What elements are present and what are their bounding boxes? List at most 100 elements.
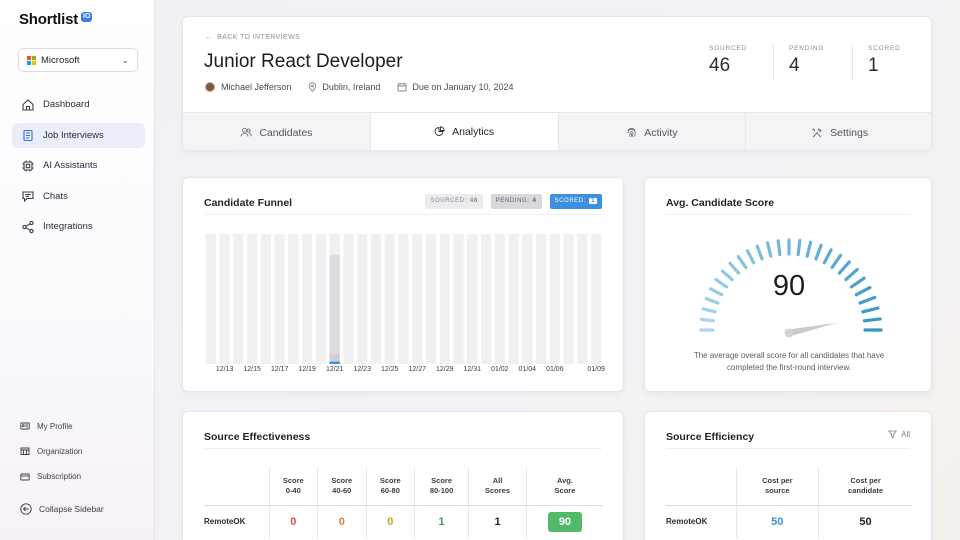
- collapse-sidebar-button[interactable]: Collapse Sidebar: [20, 503, 104, 515]
- tab-settings[interactable]: Settings: [745, 113, 931, 150]
- count-score-40-60: 0: [317, 504, 367, 538]
- bar-track: [563, 234, 574, 364]
- bar-track: [260, 234, 272, 364]
- logo-badge: IO: [81, 12, 93, 22]
- source-effectiveness-table: Score 0-40 Score 40-60 Score 60-80 Score 80-…: [204, 468, 603, 538]
- table-row[interactable]: RemoteOK 0 0 0 1 1 90: [204, 504, 603, 538]
- back-to-interviews-link[interactable]: ← BACK TO INTERVIEWS: [205, 34, 300, 41]
- bar-track: [343, 234, 354, 364]
- bar-track: [219, 234, 230, 364]
- chip-scored[interactable]: SCORED: 1: [549, 194, 602, 209]
- bar-scored[interactable]: [329, 361, 340, 364]
- column-header: [666, 468, 736, 505]
- sidebar-item-integrations[interactable]: Integrations: [12, 214, 145, 239]
- bar-track: [274, 234, 285, 364]
- header-line: Score: [282, 475, 304, 485]
- filter-button[interactable]: All: [888, 430, 910, 439]
- header-line: source: [765, 486, 790, 496]
- divider: [666, 448, 910, 449]
- avg-score-badge: 90: [547, 511, 582, 532]
- stat-value: 1: [868, 55, 879, 76]
- table-row[interactable]: RemoteOK 50 50: [666, 504, 912, 538]
- sidebar-item-my-profile[interactable]: My Profile: [20, 418, 145, 434]
- gauge-tick: [830, 253, 843, 270]
- location-text: Dublin, Ireland: [322, 82, 381, 92]
- count-score-60-80: 0: [365, 504, 415, 538]
- sidebar-item-ai-assistants[interactable]: AI Assistants: [12, 153, 145, 178]
- collapse-sidebar-label: Collapse Sidebar: [39, 504, 104, 514]
- card-title: Source Efficiency: [666, 431, 755, 443]
- header-line: Score: [554, 486, 576, 496]
- gauge-tick: [701, 307, 717, 314]
- x-tick-label: 12/19: [298, 366, 316, 373]
- gauge-tick: [862, 317, 882, 323]
- due-text: Due on January 10, 2024: [412, 82, 514, 92]
- bar-track: [467, 234, 478, 364]
- sidebar-nav: Dashboard Job Interviews AI Assistants C…: [12, 92, 145, 245]
- sidebar-item-label: Dashboard: [43, 99, 90, 110]
- bar-track: [577, 234, 588, 364]
- arrow-left-icon: ←: [205, 34, 218, 41]
- tab-candidates[interactable]: Candidates: [183, 113, 370, 150]
- org-selector[interactable]: Microsoft ⌄: [18, 48, 138, 72]
- header-line: 60-80: [380, 486, 400, 496]
- source-name: RemoteOK: [204, 504, 269, 538]
- column-header: Score 40-60: [317, 468, 367, 505]
- bar-track: [398, 234, 409, 364]
- stat-sourced: SOURCED 46: [694, 45, 773, 81]
- stat-label: SOURCED: [709, 45, 748, 52]
- sidebar-item-organization[interactable]: Organization: [20, 443, 145, 459]
- funnel-chart: [205, 234, 602, 364]
- chip-icon: [21, 159, 35, 173]
- sidebar-item-chats[interactable]: Chats: [12, 184, 145, 209]
- app-logo[interactable]: Shortlist: [19, 11, 78, 28]
- x-tick-label: 12/13: [215, 366, 234, 373]
- sidebar: Shortlist IO Microsoft ⌄ Dashboard Job I…: [0, 0, 155, 540]
- cost-per-candidate: 50: [818, 504, 912, 538]
- fingerprint-icon: [626, 127, 637, 138]
- x-tick-label: 12/25: [380, 366, 399, 373]
- bar-track: [439, 234, 450, 364]
- calendar-icon: [397, 82, 407, 92]
- sidebar-item-label: Chats: [43, 190, 68, 202]
- gauge-tick: [776, 239, 782, 257]
- avatar: [205, 82, 215, 92]
- gauge-tick: [805, 240, 813, 258]
- tab-activity[interactable]: Activity: [557, 113, 746, 150]
- sidebar-item-label: Integrations: [43, 221, 93, 232]
- stat-pending: PENDING 4: [773, 45, 852, 81]
- share-icon: [21, 220, 35, 234]
- building-icon: [20, 446, 30, 456]
- sidebar-item-job-interviews[interactable]: Job Interviews: [12, 122, 145, 148]
- source-efficiency-table: Cost per source Cost per candidate RemoteO…: [666, 468, 912, 538]
- owner-name: Michael Jefferson: [221, 82, 292, 92]
- x-tick-label: 12/17: [270, 366, 289, 373]
- tab-analytics[interactable]: Analytics: [369, 113, 558, 150]
- bar-track: [494, 234, 505, 364]
- sidebar-item-dashboard[interactable]: Dashboard: [12, 92, 145, 117]
- x-tick-label: 12/21: [325, 366, 344, 373]
- avg-score-card: Avg. Candidate Score 90 The average over…: [644, 177, 932, 392]
- column-header: Cost per candidate: [818, 468, 912, 505]
- stat-scored: SCORED 1: [852, 45, 931, 81]
- source-effectiveness-card: Source Effectiveness Score 0-40 Score 40-6…: [182, 411, 624, 540]
- chip-label: SCORED:: [554, 198, 587, 204]
- chip-pending[interactable]: PENDING: 4: [490, 194, 542, 209]
- bar-track: [315, 234, 327, 364]
- sidebar-item-subscription[interactable]: Subscription: [20, 469, 145, 485]
- stat-value: 46: [709, 55, 731, 76]
- gauge-tick: [745, 249, 756, 265]
- gauge-tick: [822, 248, 833, 265]
- column-header: [204, 468, 269, 505]
- source-name: RemoteOK: [666, 504, 736, 538]
- bar-sourced[interactable]: [329, 254, 340, 364]
- bar-track: [522, 234, 533, 364]
- bar-track: [480, 234, 492, 364]
- chip-sourced[interactable]: SOURCED: 46: [425, 194, 483, 209]
- filter-label: All: [901, 430, 910, 439]
- table-header-row: Score 0-40 Score 40-60 Score 60-80 Score 80-…: [204, 468, 603, 505]
- x-tick-label: 12/23: [353, 366, 371, 373]
- bar-track: [370, 234, 382, 364]
- id-card-icon: [20, 421, 30, 431]
- chip-value: 1: [589, 198, 597, 204]
